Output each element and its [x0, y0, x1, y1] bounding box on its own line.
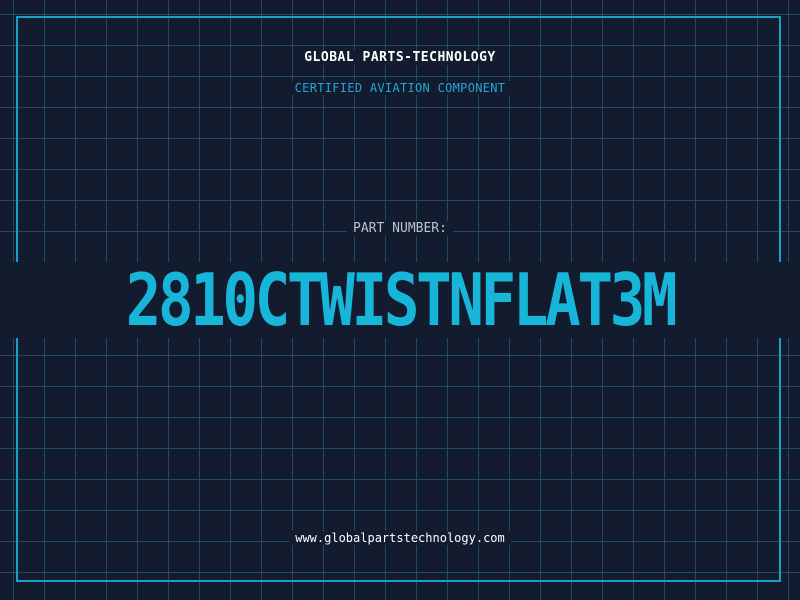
website-url-text: www.globalpartstechnology.com — [289, 531, 511, 545]
website-url: www.globalpartstechnology.com — [0, 529, 800, 547]
company-name: GLOBAL PARTS-TECHNOLOGY — [0, 48, 800, 68]
certification-subtitle: CERTIFIED AVIATION COMPONENT — [0, 79, 800, 97]
part-number-value: 2810CTWISTNFLAT3M — [125, 258, 678, 342]
company-name-text: GLOBAL PARTS-TECHNOLOGY — [298, 50, 502, 65]
certification-subtitle-text: CERTIFIED AVIATION COMPONENT — [288, 81, 512, 95]
part-number-label: PART NUMBER: — [0, 219, 800, 239]
part-number-label-text: PART NUMBER: — [347, 221, 453, 236]
